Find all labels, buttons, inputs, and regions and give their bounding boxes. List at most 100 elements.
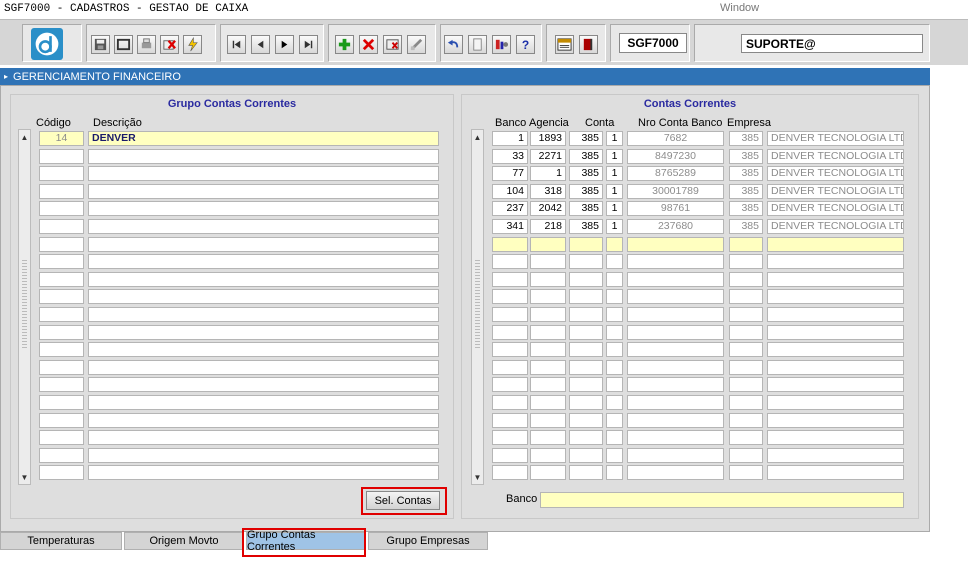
nro-cell[interactable]: 8497230: [627, 149, 724, 164]
empresa-nome-cell[interactable]: DENVER TECNOLOGIA LTDA: [767, 219, 904, 234]
codigo-cell[interactable]: [39, 342, 84, 357]
banco-cell[interactable]: [492, 465, 528, 480]
dv-cell[interactable]: [606, 448, 623, 463]
agencia-cell[interactable]: [530, 342, 566, 357]
conta-cell[interactable]: [569, 448, 603, 463]
banco-cell[interactable]: [492, 254, 528, 269]
conta-cell[interactable]: [569, 237, 603, 252]
codigo-cell[interactable]: [39, 219, 84, 234]
query-icon[interactable]: [383, 35, 402, 54]
scroll-down-icon[interactable]: ▼: [19, 471, 30, 483]
conta-cell[interactable]: 385: [569, 184, 603, 199]
banco-cell[interactable]: 104: [492, 184, 528, 199]
banco-cell[interactable]: [492, 342, 528, 357]
empresa-nome-cell[interactable]: [767, 430, 904, 445]
descricao-cell[interactable]: [88, 166, 439, 181]
codigo-cell[interactable]: [39, 448, 84, 463]
window-icon[interactable]: [114, 35, 133, 54]
nro-cell[interactable]: [627, 360, 724, 375]
codigo-cell[interactable]: [39, 360, 84, 375]
exit-icon[interactable]: [579, 35, 598, 54]
codigo-cell[interactable]: [39, 166, 84, 181]
nro-cell[interactable]: 7682: [627, 131, 724, 146]
empresa-cell[interactable]: [729, 254, 763, 269]
empresa-nome-cell[interactable]: [767, 272, 904, 287]
previous-record-icon[interactable]: [251, 35, 270, 54]
nro-cell[interactable]: [627, 342, 724, 357]
conta-cell[interactable]: [569, 307, 603, 322]
empresa-nome-cell[interactable]: DENVER TECNOLOGIA LTDA: [767, 184, 904, 199]
empresa-nome-cell[interactable]: [767, 342, 904, 357]
scroll-grip[interactable]: [475, 260, 480, 350]
dv-cell[interactable]: [606, 254, 623, 269]
agencia-cell[interactable]: [530, 395, 566, 410]
agencia-cell[interactable]: [530, 254, 566, 269]
codigo-cell[interactable]: [39, 395, 84, 410]
empresa-nome-cell[interactable]: [767, 377, 904, 392]
dv-cell[interactable]: 1: [606, 166, 623, 181]
dv-cell[interactable]: 1: [606, 149, 623, 164]
descricao-cell[interactable]: [88, 342, 439, 357]
empresa-cell[interactable]: [729, 307, 763, 322]
empresa-cell[interactable]: 385: [729, 166, 763, 181]
empresa-nome-cell[interactable]: [767, 254, 904, 269]
agencia-cell[interactable]: 1893: [530, 131, 566, 146]
empresa-nome-cell[interactable]: [767, 325, 904, 340]
empresa-cell[interactable]: [729, 342, 763, 357]
banco-cell[interactable]: 1: [492, 131, 528, 146]
empresa-cell[interactable]: 385: [729, 219, 763, 234]
empresa-cell[interactable]: 385: [729, 149, 763, 164]
empresa-cell[interactable]: [729, 237, 763, 252]
nro-cell[interactable]: [627, 377, 724, 392]
empresa-cell[interactable]: [729, 413, 763, 428]
conta-cell[interactable]: [569, 325, 603, 340]
banco-cell[interactable]: [492, 448, 528, 463]
conta-cell[interactable]: [569, 360, 603, 375]
descricao-cell[interactable]: [88, 237, 439, 252]
empresa-nome-cell[interactable]: [767, 289, 904, 304]
agencia-cell[interactable]: 318: [530, 184, 566, 199]
window-menu[interactable]: Window: [720, 2, 759, 14]
descricao-cell[interactable]: [88, 307, 439, 322]
agencia-cell[interactable]: 218: [530, 219, 566, 234]
nro-cell[interactable]: 98761: [627, 201, 724, 216]
descricao-cell[interactable]: [88, 184, 439, 199]
codigo-cell[interactable]: [39, 184, 84, 199]
descricao-cell[interactable]: [88, 430, 439, 445]
banco-cell[interactable]: [492, 360, 528, 375]
nro-cell[interactable]: 30001789: [627, 184, 724, 199]
codigo-cell[interactable]: [39, 149, 84, 164]
delete-record-icon[interactable]: [160, 35, 179, 54]
dv-cell[interactable]: [606, 465, 623, 480]
agencia-cell[interactable]: [530, 377, 566, 392]
descricao-cell[interactable]: [88, 272, 439, 287]
empresa-nome-cell[interactable]: DENVER TECNOLOGIA LTDA: [767, 149, 904, 164]
dv-cell[interactable]: 1: [606, 184, 623, 199]
nro-cell[interactable]: [627, 254, 724, 269]
scroll-up-icon[interactable]: ▲: [472, 131, 483, 143]
empresa-cell[interactable]: 385: [729, 184, 763, 199]
conta-cell[interactable]: 385: [569, 131, 603, 146]
agencia-cell[interactable]: [530, 465, 566, 480]
codigo-cell[interactable]: [39, 201, 84, 216]
dv-cell[interactable]: [606, 413, 623, 428]
empresa-cell[interactable]: [729, 430, 763, 445]
right-scrollbar[interactable]: ▲ ▼: [471, 129, 484, 485]
agencia-cell[interactable]: [530, 272, 566, 287]
banco-cell[interactable]: [492, 289, 528, 304]
empresa-nome-cell[interactable]: [767, 448, 904, 463]
agencia-cell[interactable]: 2271: [530, 149, 566, 164]
empresa-cell[interactable]: [729, 448, 763, 463]
tab-origem-movto[interactable]: Origem Movto: [124, 532, 244, 550]
agencia-cell[interactable]: [530, 307, 566, 322]
empresa-nome-cell[interactable]: [767, 237, 904, 252]
dv-cell[interactable]: 1: [606, 131, 623, 146]
conta-cell[interactable]: 385: [569, 166, 603, 181]
dv-cell[interactable]: 1: [606, 201, 623, 216]
first-record-icon[interactable]: [227, 35, 246, 54]
dv-cell[interactable]: [606, 395, 623, 410]
nro-cell[interactable]: [627, 395, 724, 410]
banco-cell[interactable]: [492, 325, 528, 340]
codigo-cell[interactable]: [39, 307, 84, 322]
conta-cell[interactable]: [569, 342, 603, 357]
